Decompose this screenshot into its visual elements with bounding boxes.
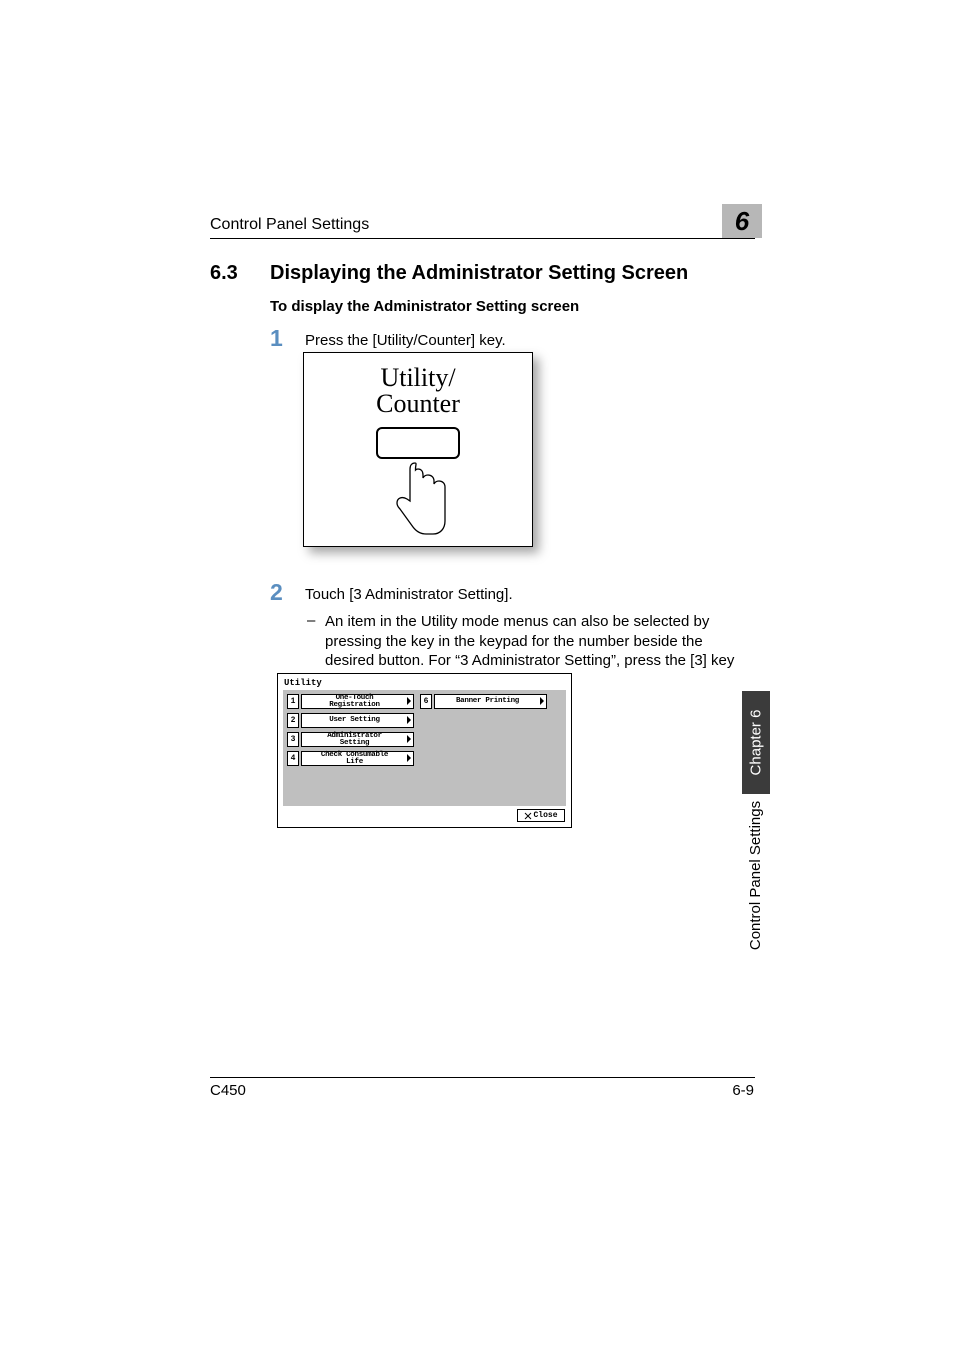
utility-left-column: 1 One-TouchRegistration 2 User Setting 3…: [287, 694, 414, 802]
running-head: Control Panel Settings: [210, 216, 755, 239]
chapter-number: 6: [735, 206, 749, 237]
one-touch-registration-button[interactable]: One-TouchRegistration: [301, 694, 414, 709]
close-icon: [524, 812, 532, 820]
step-2-text: Touch [3 Administrator Setting].: [305, 586, 513, 603]
utility-panel-footer: Close: [278, 806, 571, 826]
section-subtitle: To display the Administrator Setting scr…: [270, 298, 579, 315]
side-chapter-text: Chapter 6: [748, 710, 765, 776]
utility-row-4: 4 Check ConsumableLife: [287, 751, 414, 766]
utility-row-3: 3 AdministratorSetting: [287, 732, 414, 747]
section-title: Displaying the Administrator Setting Scr…: [270, 262, 688, 285]
utility-num-2: 2: [287, 713, 299, 728]
utility-counter-button-outline: [376, 427, 460, 459]
check-consumable-life-button[interactable]: Check ConsumableLife: [301, 751, 414, 766]
section-number: 6.3: [210, 262, 238, 285]
footer-rule: [210, 1077, 755, 1078]
user-setting-button[interactable]: User Setting: [301, 713, 414, 728]
utility-right-column: 6 Banner Printing: [420, 694, 547, 802]
figure-utility-screen: Utility 1 One-TouchRegistration 2 User S…: [277, 673, 572, 828]
footer-page-number: 6-9: [732, 1082, 754, 1099]
step-1-text: Press the [Utility/Counter] key.: [305, 332, 506, 349]
page: Control Panel Settings 6 6.3 Displaying …: [0, 0, 954, 1351]
utility-row-2: 2 User Setting: [287, 713, 414, 728]
banner-printing-button[interactable]: Banner Printing: [434, 694, 547, 709]
side-section-label: Control Panel Settings: [742, 800, 770, 950]
figure1-label: Utility/ Counter: [304, 365, 532, 417]
utility-panel-body: 1 One-TouchRegistration 2 User Setting 3…: [283, 690, 566, 806]
utility-num-6: 6: [420, 694, 432, 709]
step-2-number: 2: [270, 579, 283, 606]
hand-icon: [383, 457, 453, 542]
step-2-note-dash: –: [307, 612, 315, 629]
side-chapter-tab: Chapter 6: [742, 691, 770, 794]
footer-model: C450: [210, 1082, 246, 1099]
step-1-number: 1: [270, 325, 283, 352]
chapter-badge: 6: [722, 204, 762, 238]
utility-num-4: 4: [287, 751, 299, 766]
utility-num-3: 3: [287, 732, 299, 747]
figure1-label-line1: Utility/: [380, 363, 455, 392]
figure-utility-counter-key: Utility/ Counter: [303, 352, 533, 547]
utility-row-6: 6 Banner Printing: [420, 694, 547, 709]
side-section-text: Control Panel Settings: [748, 800, 765, 949]
utility-row-1: 1 One-TouchRegistration: [287, 694, 414, 709]
utility-num-1: 1: [287, 694, 299, 709]
figure1-label-line2: Counter: [376, 389, 460, 418]
utility-panel-title: Utility: [278, 674, 571, 690]
close-button[interactable]: Close: [517, 809, 565, 822]
administrator-setting-button[interactable]: AdministratorSetting: [301, 732, 414, 747]
close-label: Close: [533, 811, 557, 820]
